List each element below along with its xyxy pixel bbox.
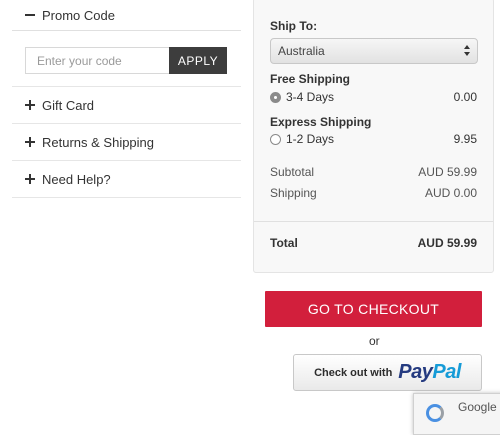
total-label: Total (270, 236, 298, 250)
shipping-value: AUD 0.00 (424, 186, 477, 200)
free-shipping-option[interactable]: 3-4 Days (270, 90, 334, 104)
radio-unchecked-icon[interactable] (270, 133, 281, 145)
or-separator: or (369, 334, 380, 348)
express-shipping-price: 9.95 (453, 132, 477, 146)
plus-icon (25, 137, 35, 147)
select-arrows-icon (464, 44, 470, 58)
plus-icon (25, 174, 35, 184)
paypal-checkout-button[interactable]: Check out with PayPal (293, 354, 482, 391)
gift-card-label: Gift Card (42, 97, 95, 113)
go-to-checkout-button[interactable]: GO TO CHECKOUT (265, 291, 482, 327)
express-shipping-days: 1-2 Days (286, 132, 335, 146)
free-shipping-price: 0.00 (453, 90, 477, 104)
recaptcha-text: Google (458, 400, 497, 414)
returns-shipping-label: Returns & Shipping (42, 134, 155, 150)
plus-icon (25, 100, 35, 110)
apply-button[interactable]: APPLY (169, 47, 227, 74)
recaptcha-badge[interactable]: Google (413, 393, 500, 435)
returns-shipping-toggle[interactable]: Returns & Shipping (12, 124, 241, 161)
country-select[interactable]: Australia (270, 38, 478, 64)
promo-accordion: Promo Code APPLY Gift Card Returns & Shi… (12, 0, 241, 198)
subtotal-label: Subtotal (270, 165, 315, 179)
paypal-prefix: Check out with (314, 366, 393, 379)
minus-icon (25, 10, 35, 20)
country-select-value: Australia (278, 44, 325, 58)
paypal-logo-pay: Pay (398, 361, 433, 383)
express-shipping-title: Express Shipping (270, 115, 372, 129)
summary-divider (254, 221, 493, 222)
need-help-label: Need Help? (42, 171, 111, 187)
subtotal-value: AUD 59.99 (418, 165, 477, 179)
radio-checked-icon[interactable] (270, 91, 281, 103)
need-help-toggle[interactable]: Need Help? (12, 161, 241, 198)
free-shipping-days: 3-4 Days (286, 90, 335, 104)
paypal-logo-pal: Pal (432, 361, 461, 383)
express-shipping-option[interactable]: 1-2 Days (270, 132, 334, 146)
shipping-label: Shipping (270, 186, 317, 200)
promo-code-form: APPLY (12, 31, 241, 87)
total-value: AUD 59.99 (417, 236, 477, 250)
free-shipping-title: Free Shipping (270, 72, 351, 86)
order-summary-panel: Ship To: Australia Free Shipping 3-4 Day… (253, 0, 494, 273)
gift-card-toggle[interactable]: Gift Card (12, 87, 241, 124)
paypal-logo: PayPal (398, 361, 461, 384)
recaptcha-icon (426, 404, 444, 422)
promo-code-title: Promo Code (42, 7, 115, 23)
promo-code-input[interactable] (25, 47, 170, 74)
promo-code-toggle[interactable]: Promo Code (12, 0, 241, 31)
ship-to-label: Ship To: (270, 19, 318, 33)
